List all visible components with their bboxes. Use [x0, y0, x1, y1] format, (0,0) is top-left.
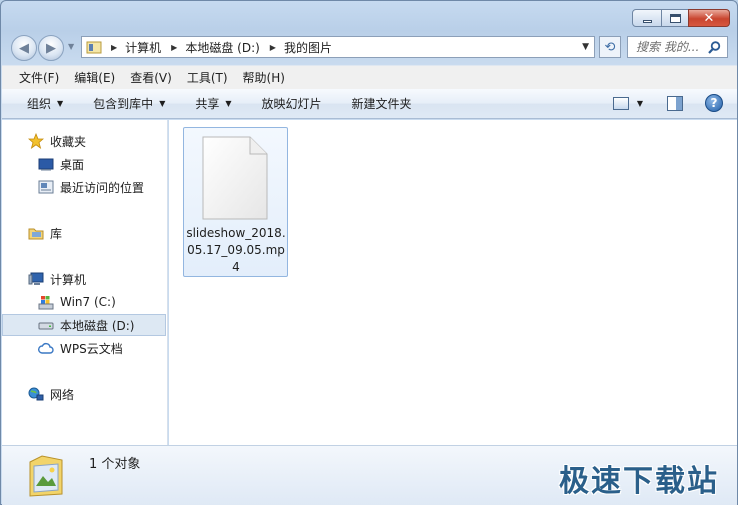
slideshow-button[interactable]: 放映幻灯片 — [262, 95, 322, 112]
nav-desktop-label: 桌面 — [60, 157, 85, 172]
network-icon — [28, 387, 44, 401]
chevron-right-icon: ▶ — [111, 42, 118, 52]
close-button[interactable]: ✕ — [688, 9, 730, 27]
maximize-button[interactable] — [661, 9, 689, 27]
details-pane: 1 个对象 极速下载站 — [2, 445, 737, 505]
menu-file[interactable]: 文件(F) — [19, 69, 59, 86]
nav-libraries[interactable]: 库 — [2, 222, 166, 244]
window-controls: ✕ — [632, 9, 730, 27]
watermark-logo: 极速下载站 — [559, 464, 719, 499]
organize-label: 组织 — [27, 97, 52, 111]
help-glyph: ? — [710, 96, 718, 110]
back-button[interactable]: ◀ — [11, 35, 37, 61]
item-count: 1 个对象 — [89, 457, 141, 472]
menu-bar: 文件(F) 编辑(E) 查看(V) 工具(T) 帮助(H) — [2, 65, 737, 89]
breadcrumb-computer[interactable]: 计算机 — [125, 39, 161, 56]
windows-drive-icon — [38, 296, 54, 310]
file-list: slideshow_2018.05.17_09.05.mp4 — [169, 120, 737, 445]
menu-help[interactable]: 帮助(H) — [243, 69, 285, 86]
refresh-button[interactable]: ⟲ — [599, 36, 621, 58]
menu-edit[interactable]: 编辑(E) — [74, 69, 115, 86]
share-label: 共享 — [195, 97, 220, 111]
nav-libraries-label: 库 — [50, 226, 63, 241]
menu-tools[interactable]: 工具(T) — [187, 69, 228, 86]
new-folder-label: 新建文件夹 — [351, 97, 412, 111]
search-box[interactable] — [627, 36, 728, 58]
nav-desktop[interactable]: 桌面 — [2, 153, 166, 175]
file-item[interactable]: slideshow_2018.05.17_09.05.mp4 — [183, 127, 288, 277]
share-button[interactable]: 共享 ▼ — [195, 95, 231, 112]
forward-button[interactable]: ▶ — [38, 35, 64, 61]
nav-favorites[interactable]: 收藏夹 — [2, 130, 166, 152]
nav-recent-label: 最近访问的位置 — [60, 180, 145, 195]
libraries-icon — [28, 228, 44, 240]
cloud-icon — [38, 342, 54, 354]
nav-network[interactable]: 网络 — [2, 383, 166, 405]
new-folder-button[interactable]: 新建文件夹 — [352, 95, 412, 112]
search-input[interactable] — [636, 40, 706, 54]
nav-wps-label: WPS云文档 — [60, 341, 123, 356]
chevron-right-icon: ▶ — [171, 42, 178, 52]
explorer-window: ✕ ◀ ▶ ▼ ▶ 计算机 ▶ 本地磁盘 (D:) ▶ 我的图片 ▼ ⟲ 搜索 … — [0, 0, 738, 505]
document-file-icon — [202, 136, 268, 220]
include-library-label: 包含到库中 — [93, 97, 154, 111]
breadcrumb-drive-d[interactable]: 本地磁盘 (D:) — [185, 39, 259, 56]
nav-drive-d-label: 本地磁盘 (D:) — [60, 318, 135, 333]
nav-recent-places[interactable]: 最近访问的位置 — [2, 176, 166, 198]
chevron-down-icon: ▼ — [57, 99, 64, 108]
nav-wps-cloud[interactable]: WPS云文档 — [2, 337, 166, 359]
breadcrumb-my-pictures[interactable]: 我的图片 — [284, 39, 332, 56]
address-bar[interactable]: ▶ 计算机 ▶ 本地磁盘 (D:) ▶ 我的图片 ▼ — [81, 36, 595, 58]
address-dropdown-icon[interactable]: ▼ — [582, 42, 589, 52]
minimize-icon — [642, 19, 652, 23]
nav-computer[interactable]: 计算机 — [2, 268, 166, 290]
back-arrow-icon: ◀ — [19, 40, 29, 56]
desktop-icon — [38, 158, 54, 171]
file-name: slideshow_2018.05.17_09.05.mp4 — [186, 226, 286, 274]
nav-network-label: 网络 — [50, 387, 75, 402]
nav-drive-c-label: Win7 (C:) — [60, 295, 116, 309]
nav-drive-c[interactable]: Win7 (C:) — [2, 291, 166, 313]
navigation-pane: 收藏夹 桌面 最近访问的位置 库 计算机 Win7 (C:) 本地磁盘 (D:) — [2, 120, 168, 445]
navigation-row: ◀ ▶ ▼ ▶ 计算机 ▶ 本地磁盘 (D:) ▶ 我的图片 ▼ ⟲ — [1, 33, 737, 61]
computer-icon — [28, 272, 44, 285]
help-icon[interactable]: ? — [705, 94, 723, 112]
include-in-library-button[interactable]: 包含到库中 ▼ — [93, 95, 165, 112]
forward-arrow-icon: ▶ — [46, 40, 56, 56]
menu-view[interactable]: 查看(V) — [130, 69, 172, 86]
folder-pictures-icon — [29, 455, 63, 497]
search-icon[interactable] — [708, 41, 721, 54]
nav-computer-label: 计算机 — [50, 272, 87, 287]
change-view-icon[interactable] — [612, 96, 629, 110]
close-icon: ✕ — [703, 10, 715, 26]
nav-drive-d[interactable]: 本地磁盘 (D:) — [2, 314, 166, 336]
maximize-icon — [669, 13, 681, 23]
recent-places-icon — [38, 180, 54, 194]
view-options-dropdown-icon[interactable]: ▼ — [637, 99, 643, 108]
chevron-down-icon: ▼ — [159, 99, 166, 108]
folder-location-icon — [86, 41, 102, 54]
nav-favorites-label: 收藏夹 — [50, 134, 87, 149]
organize-button[interactable]: 组织 ▼ — [27, 95, 63, 112]
preview-pane-icon[interactable] — [667, 95, 683, 111]
slideshow-label: 放映幻灯片 — [261, 97, 322, 111]
command-bar: 组织 ▼ 包含到库中 ▼ 共享 ▼ 放映幻灯片 新建文件夹 ▼ ? — [2, 89, 737, 119]
command-bar-right: ▼ ? — [612, 94, 723, 112]
hard-drive-icon — [38, 322, 54, 330]
chevron-down-icon: ▼ — [225, 99, 232, 108]
star-icon — [28, 133, 44, 149]
chevron-right-icon: ▶ — [269, 42, 276, 52]
minimize-button[interactable] — [632, 9, 662, 27]
recent-pages-dropdown[interactable]: ▼ — [68, 42, 74, 51]
refresh-icon: ⟲ — [604, 39, 616, 55]
